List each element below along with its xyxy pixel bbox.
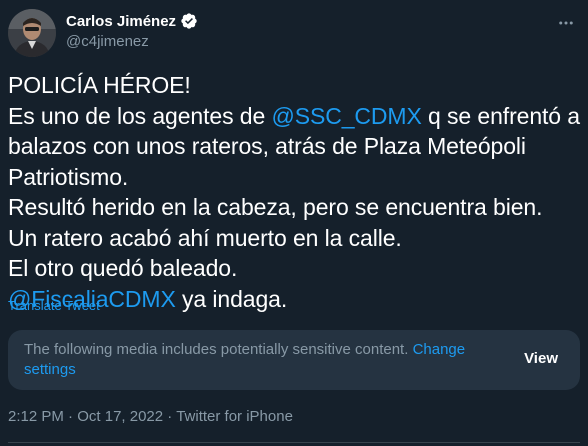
author-display-name[interactable]: Carlos Jiménez	[66, 13, 176, 30]
profile-photo-icon	[8, 9, 56, 57]
tweet-time[interactable]: 2:12 PM	[8, 408, 64, 425]
sensitive-warning-message: The following media includes potentially…	[24, 341, 409, 358]
meta-separator: ·	[68, 408, 74, 425]
avatar[interactable]	[8, 9, 56, 57]
tweet-line: Resultó herido en la cabeza, pero se enc…	[8, 192, 580, 223]
tweet-text-segment: El otro quedó baleado.	[8, 255, 238, 281]
tweet-text-segment: q se enfrentó a	[421, 102, 580, 129]
sensitive-warning-text: The following media includes potentially…	[24, 340, 494, 380]
more-options-button[interactable]	[552, 9, 580, 37]
tweet-source: Twitter for iPhone	[176, 408, 293, 425]
view-media-button[interactable]: View	[524, 350, 558, 367]
more-options-icon	[559, 21, 573, 25]
tweet-date[interactable]: Oct 17, 2022	[77, 408, 163, 425]
tweet-metadata: 2:12 PM · Oct 17, 2022 · Twitter for iPh…	[8, 408, 293, 425]
tweet-text-segment: ya indaga.	[175, 285, 288, 312]
tweet-line: El otro quedó baleado.	[8, 253, 580, 284]
translate-tweet-link[interactable]: Translate Tweet	[8, 298, 100, 313]
verified-badge-icon	[180, 12, 198, 30]
tweet-line: Es uno de los agentes de @SSC_CDMX q se …	[8, 101, 580, 132]
author-name-row: Carlos Jiménez	[66, 11, 198, 31]
divider	[8, 442, 580, 443]
tweet-text-segment: balazos con unos rateros, atrás de Plaza…	[8, 133, 526, 159]
tweet-line: Un ratero acabó ahí muerto en la calle.	[8, 223, 580, 254]
tweet-line: POLICÍA HÉROE!	[8, 70, 580, 101]
tweet-text-segment: Patriotismo.	[8, 163, 129, 190]
tweet-text-segment: Un ratero acabó ahí muerto en la calle.	[8, 224, 402, 251]
tweet-line: balazos con unos rateros, atrás de Plaza…	[8, 131, 580, 162]
tweet-text: POLICÍA HÉROE! Es uno de los agentes de …	[8, 70, 580, 314]
tweet-line: Patriotismo.	[8, 162, 580, 193]
tweet-text-segment: Resultó herido en la cabeza, pero se enc…	[8, 194, 543, 220]
meta-separator: ·	[167, 408, 173, 425]
tweet-header: Carlos Jiménez @c4jimenez	[8, 9, 580, 57]
tweet-text-segment: Es uno de los agentes de	[8, 102, 272, 129]
mention-link-ssc-cdmx[interactable]: @SSC_CDMX	[271, 103, 421, 129]
tweet-text-segment: POLICÍA HÉROE!	[8, 72, 191, 98]
author-handle[interactable]: @c4jimenez	[66, 33, 149, 50]
sensitive-media-warning: The following media includes potentially…	[8, 330, 580, 390]
